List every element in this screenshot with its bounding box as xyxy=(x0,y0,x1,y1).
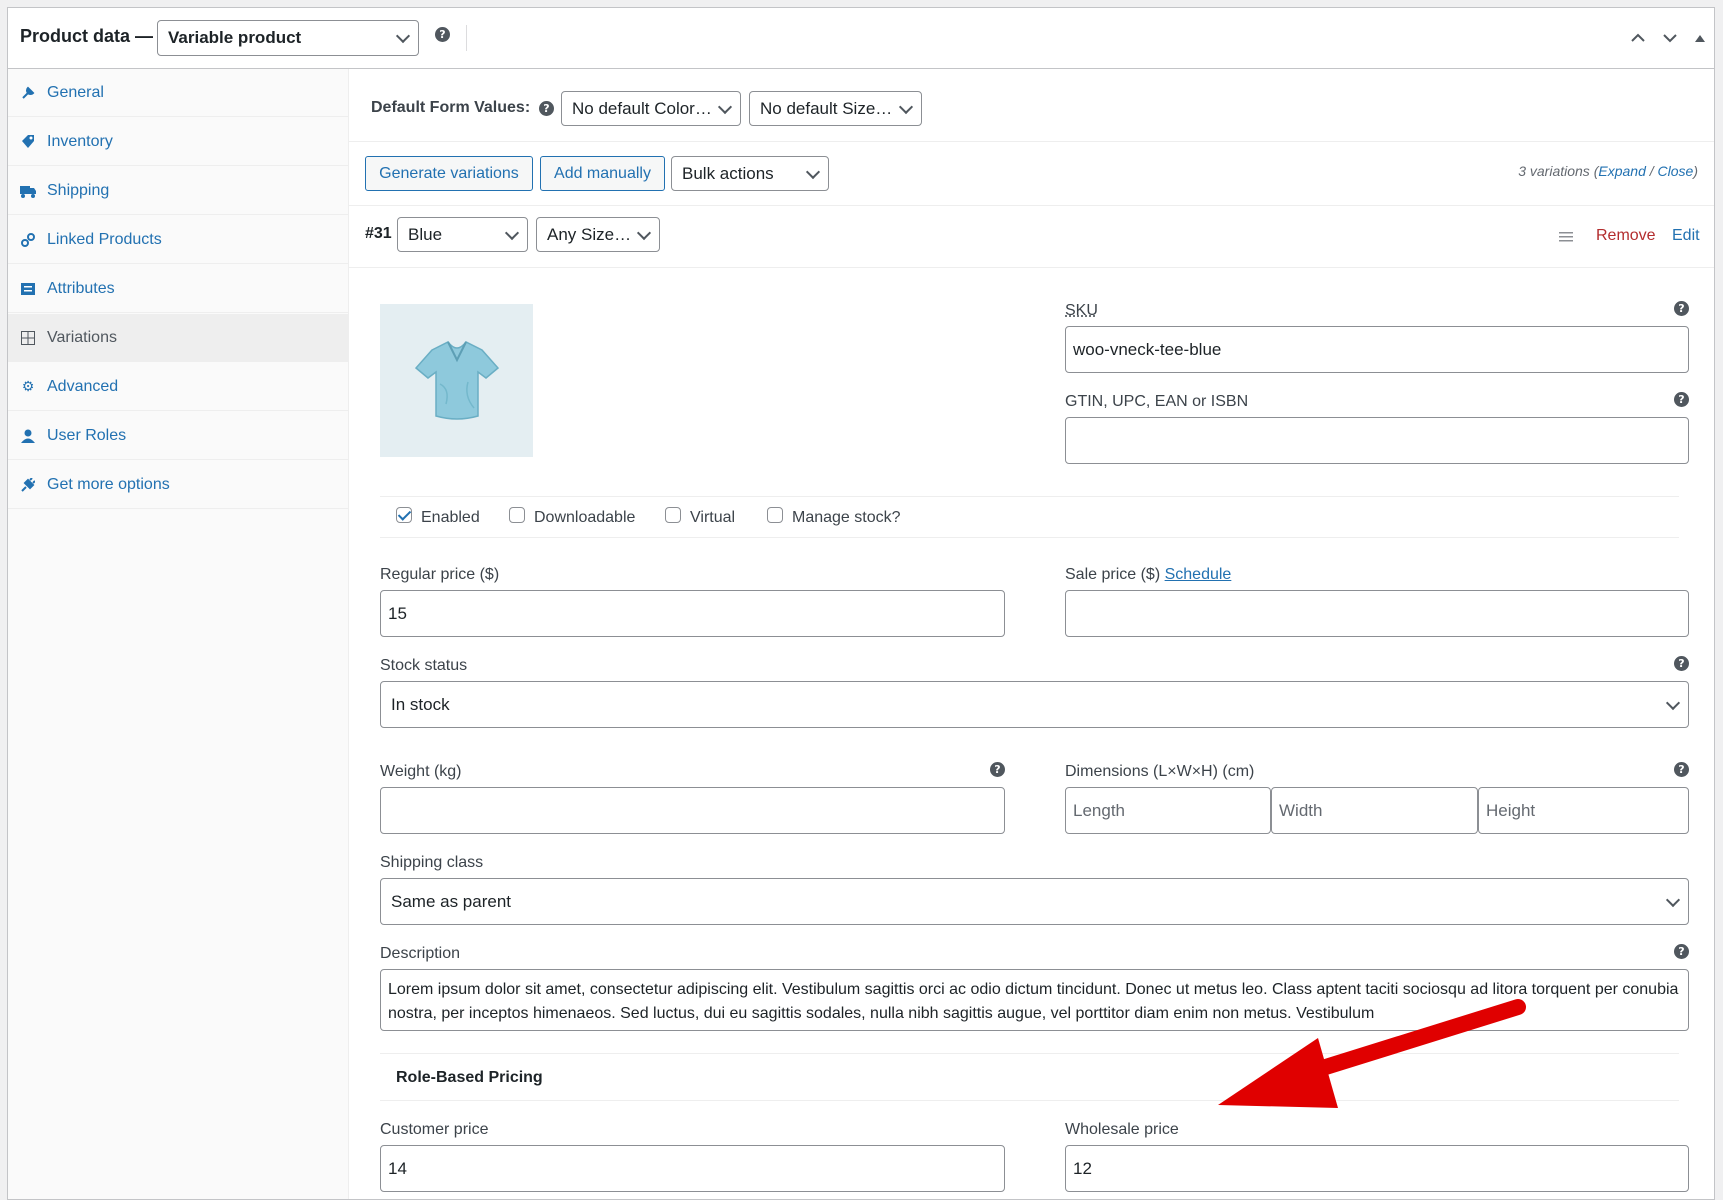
annotation-arrow-icon xyxy=(1218,999,1526,1108)
